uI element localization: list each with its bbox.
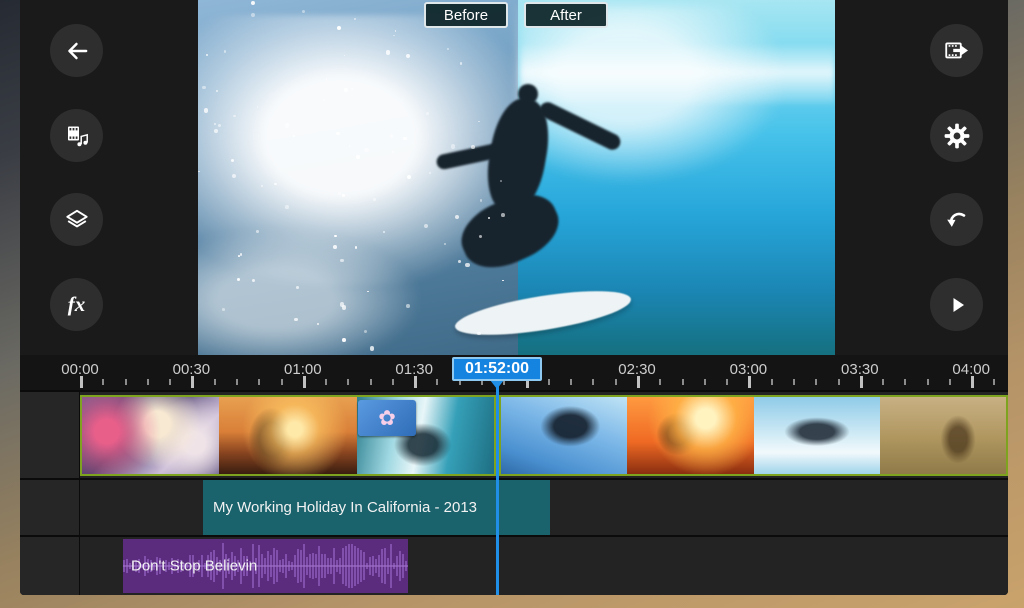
after-toggle[interactable]: After [524,2,608,28]
ruler-tick [414,376,417,388]
ruler-tick [125,379,127,385]
ruler-tick [615,379,617,385]
video-preview[interactable]: Before After [198,0,835,355]
ruler-tick [548,379,550,385]
ruler-tick [102,379,104,385]
ruler-tick [281,379,283,385]
thumbnail-skate-sunset [627,397,753,474]
title-clip-label: My Working Holiday In California - 2013 [213,499,477,516]
ruler-tick [904,379,906,385]
ruler-tick [927,379,929,385]
ruler-tick [748,376,751,388]
play-icon [944,292,970,318]
ruler-tick [704,379,706,385]
playhead[interactable] [496,380,499,595]
fx-icon: fx [68,292,86,317]
ruler-tick [793,379,795,385]
thumbnail-bokeh-party [82,397,219,474]
layers-icon [63,206,91,234]
undo-arrow-icon [943,206,971,234]
video-clip[interactable] [499,395,1008,476]
thumbnail-field-cycling [880,397,1006,474]
back-button[interactable] [50,24,103,77]
ruler-tick [436,379,438,385]
ruler-tick [147,379,149,385]
gear-icon [943,122,971,150]
produce-export-button[interactable] [930,24,983,77]
undo-button[interactable] [930,193,983,246]
ruler-tick [392,379,394,385]
ruler-tick [214,379,216,385]
video-track-header[interactable] [20,392,80,478]
ruler-tick [592,379,594,385]
thumbnail-bmx-jump [501,397,627,474]
ruler-tick [949,379,951,385]
thumbnail-sunset-fishing [219,397,356,474]
overlay-track-row: My Working Holiday In California - 2013 [20,478,1008,535]
video-clip[interactable]: ✿ [80,395,496,476]
ruler-tick [303,376,306,388]
wave-foam-lower [198,230,418,355]
effects-button[interactable]: fx [50,278,103,331]
ruler-tick [882,379,884,385]
ruler-tick [258,379,260,385]
audio-clip[interactable]: Don't Stop Believin [123,539,408,593]
settings-button[interactable] [930,109,983,162]
current-time-value: 01:52:00 [465,360,529,378]
ruler-tick [971,376,974,388]
ruler-tick [682,379,684,385]
film-music-icon [64,123,90,149]
video-track-row: ✿ [20,390,1008,478]
ruler-tick [771,379,773,385]
ruler-tick [993,379,995,385]
ruler-tick [815,379,817,385]
video-editor-app: Before After fx 00:0000:3001:0001:3002:3… [20,0,1008,595]
after-label: After [550,7,582,24]
ruler-tick [370,379,372,385]
ruler-tick [659,379,661,385]
before-toggle[interactable]: Before [424,2,508,28]
current-time-badge[interactable]: 01:52:00 [452,357,542,381]
ruler-tick [169,379,171,385]
playhead-handle[interactable] [490,380,504,389]
ruler-tick [838,379,840,385]
film-export-icon [943,37,971,65]
ruler-tick [80,376,83,388]
ruler-tick [236,379,238,385]
ruler-tick [860,376,863,388]
audio-clip-label: Don't Stop Believin [131,558,257,575]
timeline: 00:0000:3001:0001:3002:3003:0003:3004:00… [20,355,1008,595]
ruler-tick [325,379,327,385]
overlay-track-header[interactable] [20,480,80,535]
screen: Before After fx 00:0000:3001:0001:3002:3… [0,0,1024,608]
ruler-tick [191,376,194,388]
ruler-tick [347,379,349,385]
play-button[interactable] [930,278,983,331]
thumbnail-skydiving [754,397,880,474]
ruler-tick [637,376,640,388]
arrow-left-icon [63,37,91,65]
audio-track-header[interactable] [20,537,80,595]
audio-track-row: Don't Stop Believin [20,535,1008,595]
ruler-tick [726,379,728,385]
layers-button[interactable] [50,193,103,246]
media-library-button[interactable] [50,109,103,162]
flower-effect-badge-icon[interactable]: ✿ [358,400,416,436]
before-label: Before [444,7,488,24]
ruler-tick [570,379,572,385]
wave-spray [518,5,788,185]
